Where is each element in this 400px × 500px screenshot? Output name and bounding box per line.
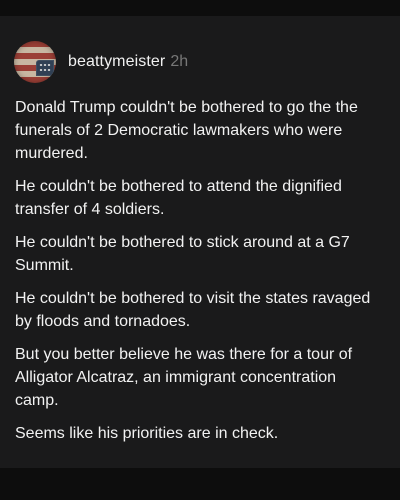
post-paragraph: He couldn't be bothered to stick around … xyxy=(15,234,350,274)
post-header: beattymeister 2h xyxy=(14,40,388,84)
post-body: Donald Trump couldn't be bothered to go … xyxy=(12,96,388,445)
flag-avatar-icon[interactable] xyxy=(14,41,56,83)
post-timestamp: 2h xyxy=(170,53,189,70)
post-paragraph: But you better believe he was there for … xyxy=(15,346,353,409)
post-paragraph: He couldn't be bothered to attend the di… xyxy=(15,178,342,218)
post-card: beattymeister 2h Donald Trump couldn't b… xyxy=(0,16,400,468)
username-link[interactable]: beattymeister xyxy=(68,54,165,70)
flag-star-field-icon xyxy=(36,60,54,76)
post-paragraph: Donald Trump couldn't be bothered to go … xyxy=(15,99,358,162)
post-paragraph: Seems like his priorities are in check. xyxy=(15,425,279,442)
author-meta: beattymeister 2h xyxy=(68,54,188,70)
screenshot-frame: beattymeister 2h Donald Trump couldn't b… xyxy=(0,0,400,500)
post-paragraph: He couldn't be bothered to visit the sta… xyxy=(15,290,371,330)
